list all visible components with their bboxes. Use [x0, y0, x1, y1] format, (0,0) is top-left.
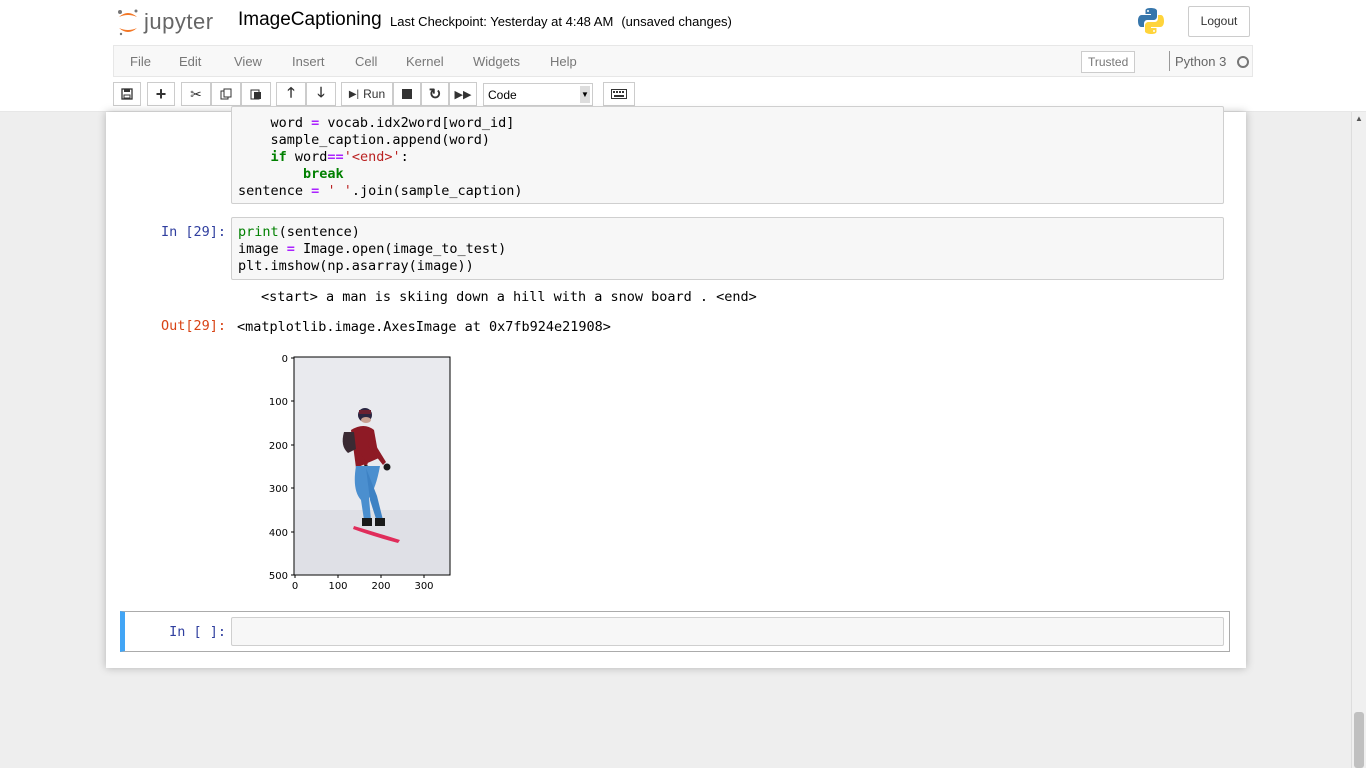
menubar: File Edit View Insert Cell Kernel Widget…: [113, 45, 1253, 77]
output-prompt: Out[29]:: [160, 318, 226, 334]
y-tick-label: 300: [269, 484, 288, 495]
x-tick-label: 0: [292, 581, 298, 592]
logout-button[interactable]: Logout: [1188, 6, 1250, 37]
page-scrollbar[interactable]: ▲: [1351, 112, 1366, 768]
menu-edit[interactable]: Edit: [179, 54, 201, 69]
menu-cell[interactable]: Cell: [355, 54, 377, 69]
kernel-name: Python 3: [1175, 54, 1227, 69]
y-tick-label: 400: [269, 528, 288, 539]
menu-view[interactable]: View: [234, 54, 262, 69]
interrupt-button[interactable]: [393, 82, 421, 106]
paste-icon: [250, 89, 261, 100]
trusted-badge[interactable]: Trusted: [1081, 51, 1136, 73]
cell-type-value: Code: [488, 88, 517, 102]
stop-icon: [402, 89, 412, 99]
keyboard-icon: [611, 89, 627, 99]
y-axis: 0 100 200 300 400 500: [269, 354, 294, 582]
code-cell-input[interactable]: print(sentence) image = Image.open(image_…: [231, 217, 1224, 280]
empty-code-editor[interactable]: [231, 617, 1224, 646]
jupyter-logo-icon: [118, 9, 138, 36]
restart-icon: ↻: [428, 86, 442, 103]
step-forward-icon: ▶|: [348, 88, 360, 100]
y-tick-label: 100: [269, 397, 288, 408]
kernel-separator: [1169, 51, 1170, 71]
notebook-container: word = vocab.idx2word[word_id] sample_ca…: [106, 106, 1246, 668]
chevron-down-icon: ▼: [580, 86, 590, 103]
x-tick-label: 300: [414, 581, 433, 592]
input-prompt: In [29]:: [160, 224, 226, 240]
command-palette-button[interactable]: [603, 82, 635, 106]
menu-widgets[interactable]: Widgets: [473, 54, 520, 69]
menu-help[interactable]: Help: [550, 54, 577, 69]
input-prompt: In [ ]:: [169, 624, 226, 640]
matplotlib-figure: 0 100 200 300 400 500 0 100 200 300: [256, 350, 466, 600]
y-tick-label: 200: [269, 441, 288, 452]
menu-insert[interactable]: Insert: [292, 54, 325, 69]
python-logo-icon: [1136, 6, 1166, 41]
y-tick-label: 500: [269, 571, 288, 582]
y-tick-label: 0: [282, 354, 288, 365]
copy-icon: [220, 88, 232, 100]
move-down-button[interactable]: 🡓: [306, 82, 336, 106]
notebook-header: jupyter ImageCaptioning Last Checkpoint:…: [0, 0, 1366, 112]
x-tick-label: 100: [328, 581, 347, 592]
copy-button[interactable]: [211, 82, 241, 106]
run-label: Run: [363, 87, 386, 101]
restart-button[interactable]: ↻: [421, 82, 449, 106]
arrow-up-icon: 🡑: [287, 84, 295, 100]
menu-kernel[interactable]: Kernel: [406, 54, 444, 69]
run-button[interactable]: ▶| Run: [341, 82, 393, 106]
code-cell-input[interactable]: word = vocab.idx2word[word_id] sample_ca…: [231, 106, 1224, 204]
code-editor[interactable]: print(sentence) image = Image.open(image_…: [238, 224, 506, 275]
plus-icon: +: [155, 84, 167, 104]
scissors-icon: ✂: [190, 85, 202, 102]
insert-cell-button[interactable]: +: [147, 82, 175, 106]
save-icon: [121, 88, 133, 100]
save-button[interactable]: [113, 82, 141, 106]
scroll-thumb[interactable]: [1354, 712, 1364, 768]
unsaved-indicator: (unsaved changes): [621, 14, 732, 29]
code-editor[interactable]: word = vocab.idx2word[word_id] sample_ca…: [238, 115, 523, 200]
move-up-button[interactable]: 🡑: [276, 82, 306, 106]
paste-button[interactable]: [241, 82, 271, 106]
x-axis: 0 100 200 300: [292, 575, 434, 592]
checkpoint-status: Last Checkpoint: Yesterday at 4:48 AM (un…: [390, 14, 732, 29]
stdout-output: <start> a man is skiing down a hill with…: [261, 289, 757, 305]
logo-text: jupyter: [144, 9, 214, 34]
cell-type-select[interactable]: Code ▼: [483, 83, 593, 106]
checkpoint-text: Last Checkpoint: Yesterday at 4:48 AM: [390, 14, 614, 29]
scroll-up-icon[interactable]: ▲: [1355, 114, 1363, 123]
notebook-name[interactable]: ImageCaptioning: [238, 9, 382, 31]
fast-forward-icon: ▶▶: [454, 88, 472, 101]
snowboarder-image-plot: 0 100 200 300 400 500 0 100 200 300: [269, 354, 451, 592]
jupyter-logo[interactable]: jupyter: [116, 6, 214, 38]
menu-file[interactable]: File: [130, 54, 151, 69]
kernel-idle-indicator: [1237, 56, 1249, 68]
execute-result: <matplotlib.image.AxesImage at 0x7fb924e…: [237, 319, 611, 335]
restart-run-all-button[interactable]: ▶▶: [449, 82, 477, 106]
arrow-down-icon: 🡓: [317, 84, 325, 100]
cut-button[interactable]: ✂: [181, 82, 211, 106]
x-tick-label: 200: [371, 581, 390, 592]
